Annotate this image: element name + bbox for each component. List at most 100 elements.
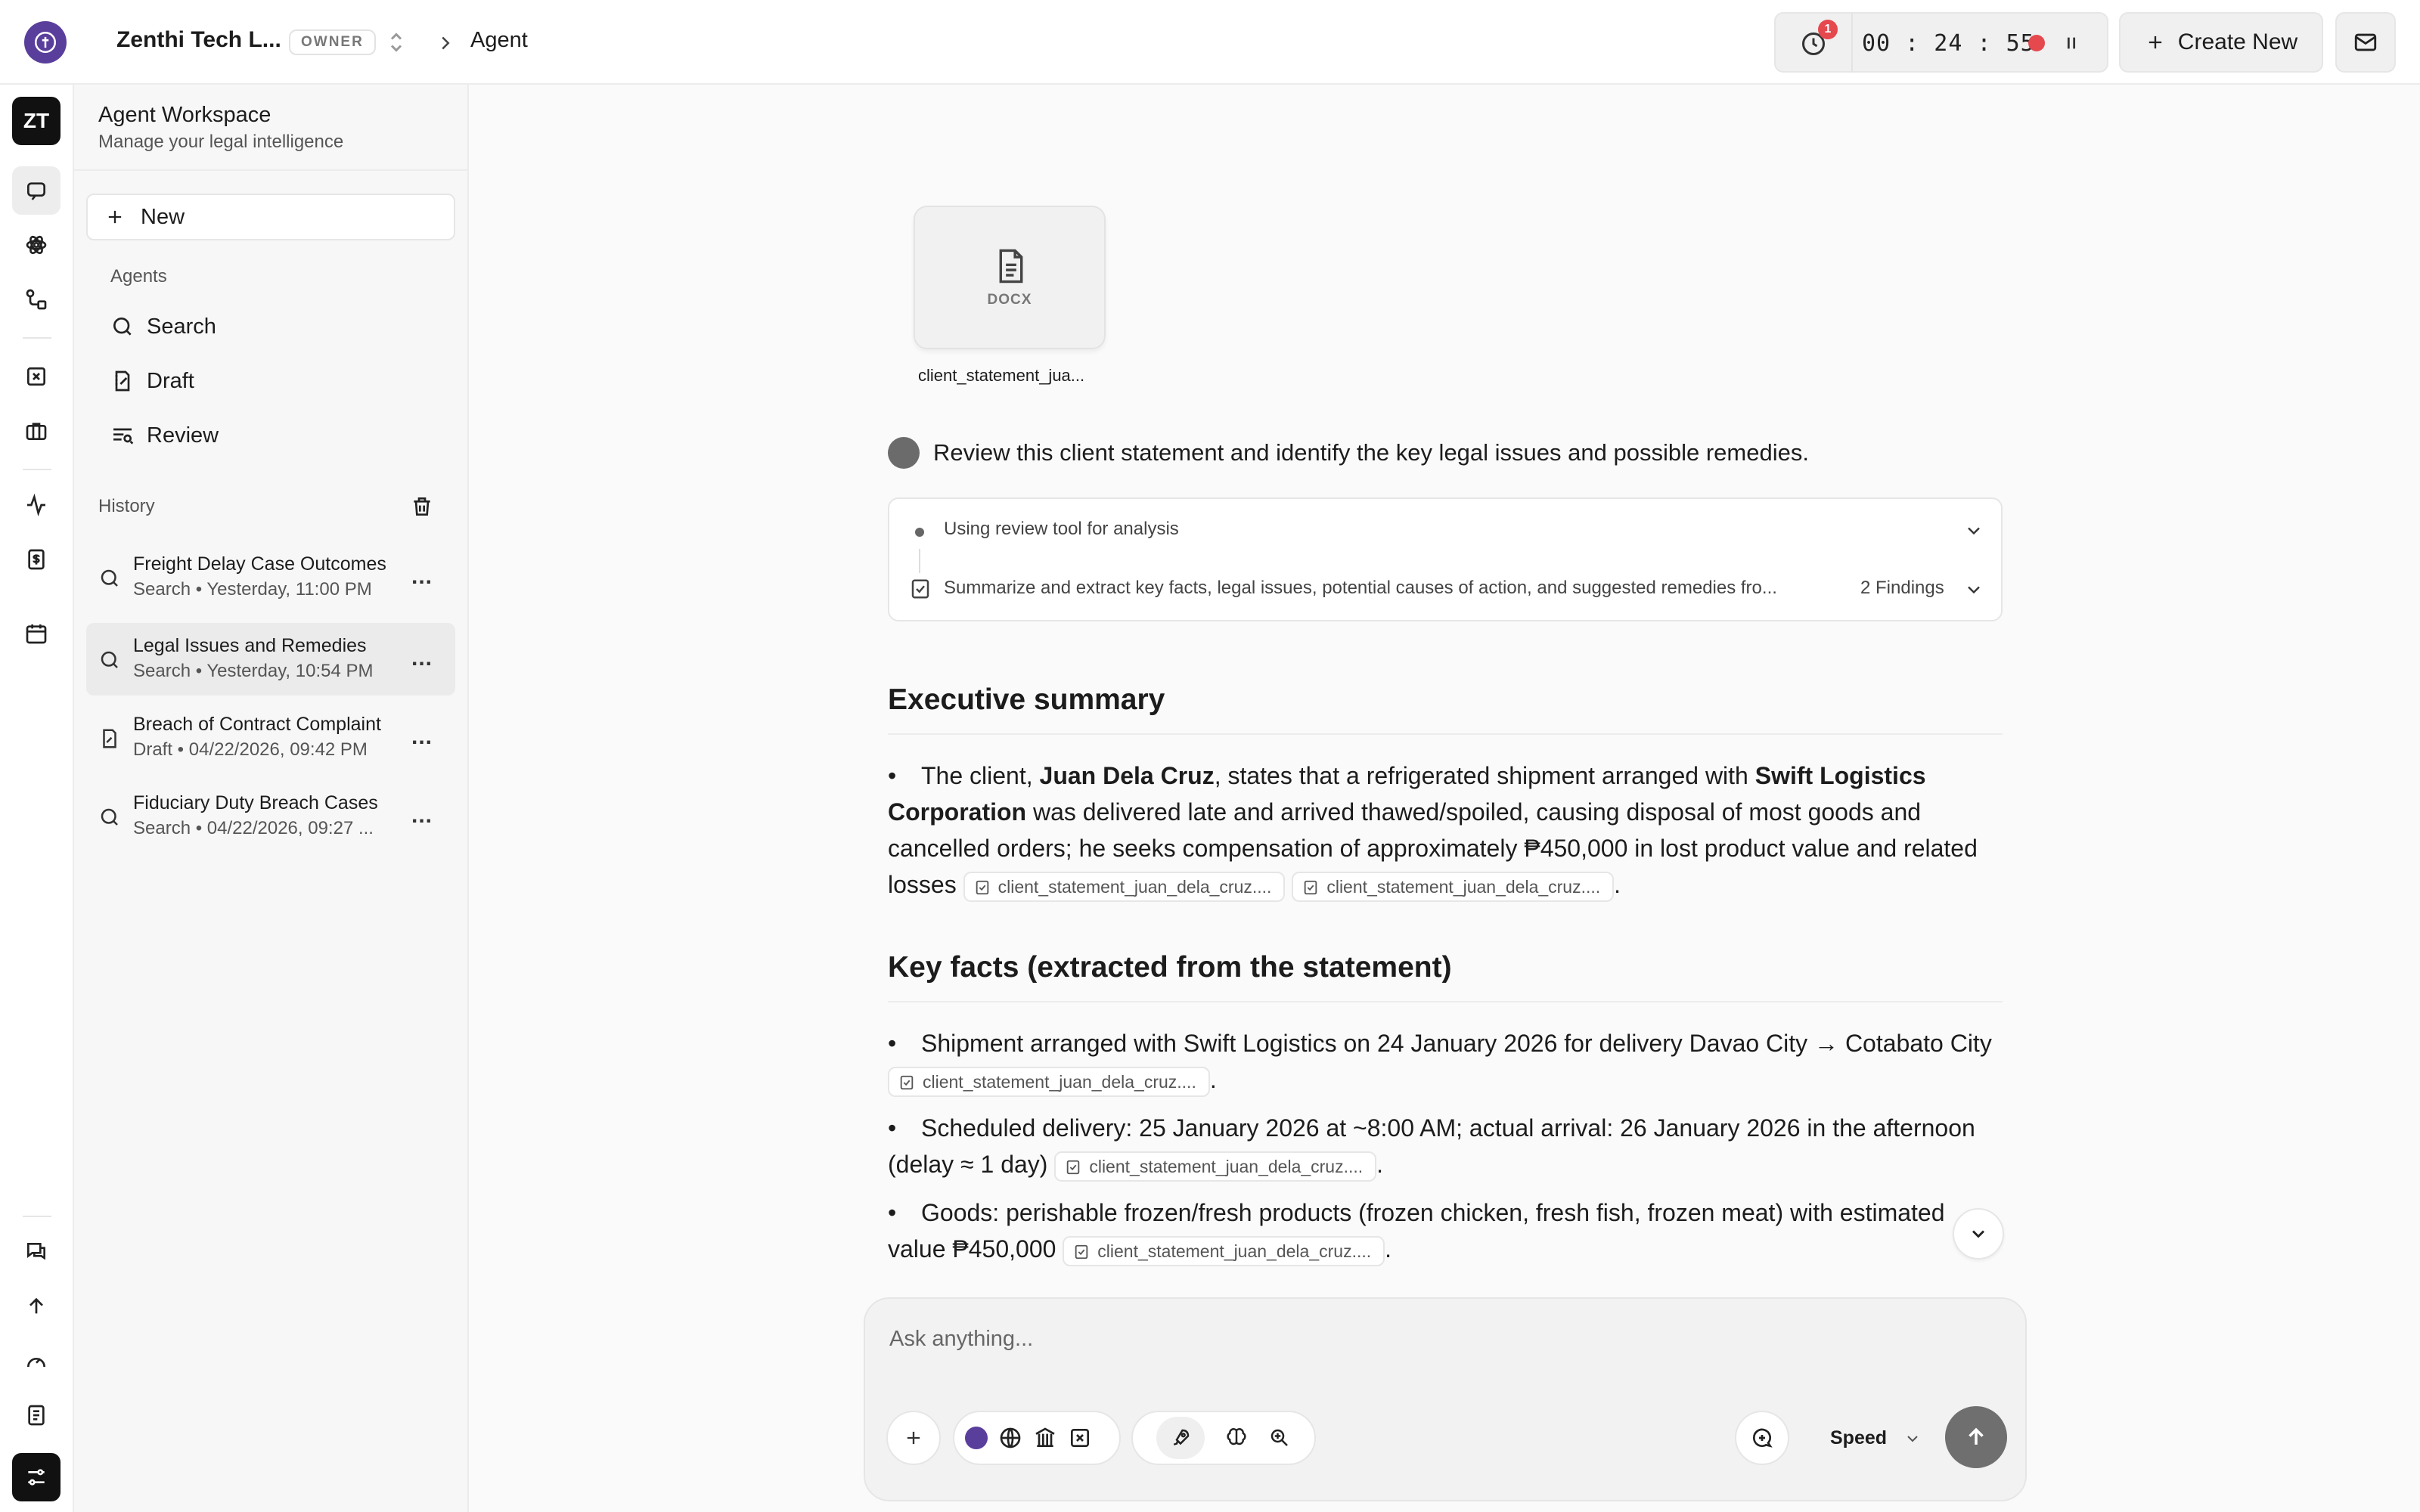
- briefcase-icon[interactable]: [12, 407, 60, 455]
- more-options-icon[interactable]: ...: [411, 724, 433, 750]
- history-item-meta: Search • 04/22/2026, 09:27 ...: [133, 818, 374, 838]
- calendar-icon[interactable]: [12, 609, 60, 658]
- attachment-card[interactable]: DOCX: [914, 206, 1106, 349]
- sidebar-item-draft[interactable]: Draft: [110, 360, 194, 402]
- rocket-icon[interactable]: [1156, 1417, 1205, 1459]
- workflow-icon[interactable]: [12, 275, 60, 324]
- more-options-icon[interactable]: ...: [411, 803, 433, 829]
- trash-icon[interactable]: [410, 494, 434, 519]
- draft-doc-icon: [98, 727, 121, 750]
- history-item-meta: Search • Yesterday, 10:54 PM: [133, 661, 374, 681]
- chevron-down-icon[interactable]: [1963, 520, 1984, 541]
- chat-mode-button[interactable]: [1735, 1411, 1789, 1465]
- citation-chip[interactable]: client_statement_juan_dela_cruz....: [888, 1066, 1210, 1097]
- text: Shipment arranged with Swift Logistics o…: [921, 1030, 1992, 1057]
- summary-bullet: • The client, Juan Dela Cruz, states tha…: [888, 758, 2003, 903]
- history-item[interactable]: Legal Issues and Remedies Search • Yeste…: [86, 623, 455, 696]
- citation-chip[interactable]: client_statement_juan_dela_cruz....: [1054, 1151, 1377, 1182]
- mode-selector[interactable]: [1131, 1411, 1316, 1465]
- history-item-meta: Search • Yesterday, 11:00 PM: [133, 579, 372, 600]
- fact-bullet: • Shipment arranged with Swift Logistics…: [888, 1025, 2003, 1098]
- gauge-icon[interactable]: [12, 1337, 60, 1385]
- citation-chip[interactable]: client_statement_juan_dela_cruz....: [1063, 1235, 1385, 1266]
- brain-icon[interactable]: [1225, 1427, 1248, 1449]
- mail-button[interactable]: [2335, 12, 2396, 73]
- workspace-switcher-icon[interactable]: [383, 29, 410, 56]
- step-dot-icon: [915, 528, 924, 537]
- scroll-to-bottom-button[interactable]: [1953, 1208, 2004, 1259]
- pause-icon[interactable]: [2063, 35, 2080, 51]
- top-bar: Zenthi Tech L... OWNER Agent 1 00 : 24 :…: [0, 0, 2420, 85]
- globe-icon[interactable]: [998, 1426, 1022, 1450]
- add-attachment-button[interactable]: [886, 1411, 941, 1465]
- record-indicator[interactable]: [2028, 35, 2045, 51]
- spreadsheet-icon[interactable]: [12, 352, 60, 401]
- atom-icon[interactable]: [12, 221, 60, 269]
- history-item[interactable]: Fiduciary Duty Breach Cases Search • 04/…: [86, 780, 455, 853]
- activity-icon[interactable]: [12, 481, 60, 529]
- new-chat-button[interactable]: New: [86, 194, 455, 240]
- sidebar-item-label: Search: [147, 314, 216, 339]
- text: Scheduled delivery: 25 January 2026 at ~…: [888, 1114, 1975, 1178]
- search-icon: [113, 318, 132, 336]
- search-icon: [98, 567, 121, 590]
- chevron-right-icon: [434, 32, 457, 54]
- send-button[interactable]: [1945, 1406, 2007, 1468]
- text: The client,: [921, 762, 1040, 789]
- session-timer: 1 00 : 24 : 55: [1774, 12, 2108, 73]
- sidebar-subtitle: Manage your legal intelligence: [98, 132, 344, 152]
- checklist-icon: [909, 578, 932, 600]
- sidebar-item-review[interactable]: Review: [110, 414, 219, 457]
- divider: [74, 169, 469, 171]
- checklist-icon: [1305, 881, 1317, 895]
- app-logo-icon[interactable]: [24, 21, 67, 64]
- create-new-button[interactable]: Create New: [2119, 12, 2323, 73]
- workspace-avatar[interactable]: ZT: [12, 97, 60, 145]
- bullet-icon: •: [888, 1030, 897, 1057]
- fact-bullet: • Goods: perishable frozen/fresh product…: [888, 1194, 2003, 1267]
- draft-icon: [115, 370, 130, 392]
- deep-research-icon[interactable]: [1268, 1427, 1291, 1449]
- timer-readout: 00 : 24 : 55: [1862, 30, 2035, 57]
- citation-chip[interactable]: client_statement_juan_dela_cruz....: [963, 871, 1286, 902]
- chevron-down-icon: [1972, 1230, 1985, 1238]
- divider: [888, 733, 2003, 735]
- history-item[interactable]: Breach of Contract Complaint Draft • 04/…: [86, 702, 455, 774]
- history-item[interactable]: Freight Delay Case Outcomes Search • Yes…: [86, 541, 455, 614]
- chevron-down-icon: [1907, 1435, 1918, 1442]
- fact-bullet: • Scheduled delivery: 25 January 2026 at…: [888, 1110, 2003, 1182]
- message-input[interactable]: [889, 1320, 1948, 1358]
- library-icon[interactable]: [1033, 1426, 1057, 1450]
- documents-icon[interactable]: [12, 1391, 60, 1439]
- arrow-up-icon[interactable]: [12, 1282, 60, 1331]
- more-options-icon[interactable]: ...: [411, 646, 433, 671]
- source-selector[interactable]: [953, 1411, 1121, 1465]
- plus-icon: [2149, 36, 2161, 49]
- sidebar-item-search[interactable]: Search: [110, 305, 216, 348]
- more-options-icon[interactable]: ...: [411, 564, 433, 590]
- spreadsheet-icon[interactable]: [1068, 1426, 1092, 1450]
- client-name: Juan Dela Cruz: [1039, 762, 1215, 789]
- attachment-type: DOCX: [987, 292, 1032, 308]
- divider: [1851, 14, 1853, 73]
- text: , states that a refrigerated shipment ar…: [1214, 762, 1755, 789]
- avatar: [888, 437, 920, 469]
- workspace-name[interactable]: Zenthi Tech L...: [116, 27, 281, 53]
- workspace-source-icon[interactable]: [965, 1427, 988, 1449]
- billing-icon[interactable]: [12, 535, 60, 584]
- notification-badge: 1: [1818, 20, 1838, 39]
- speed-dropdown[interactable]: Speed: [1830, 1427, 1922, 1449]
- agent-nav-icon[interactable]: [12, 166, 60, 215]
- divider: [23, 337, 51, 339]
- citation-label: client_statement_juan_dela_cruz....: [1097, 1241, 1372, 1261]
- checklist-icon: [900, 1076, 914, 1090]
- review-icon: [113, 428, 134, 445]
- settings-icon[interactable]: [12, 1453, 60, 1501]
- user-prompt-text: Review this client statement and identif…: [933, 439, 1809, 466]
- messages-icon[interactable]: [12, 1228, 60, 1276]
- citation-chip[interactable]: client_statement_juan_dela_cruz....: [1292, 871, 1615, 902]
- sidebar-item-label: Draft: [147, 368, 194, 393]
- history-item-title: Breach of Contract Complaint: [133, 714, 381, 735]
- search-icon: [98, 806, 121, 829]
- chevron-down-icon[interactable]: [1963, 579, 1984, 600]
